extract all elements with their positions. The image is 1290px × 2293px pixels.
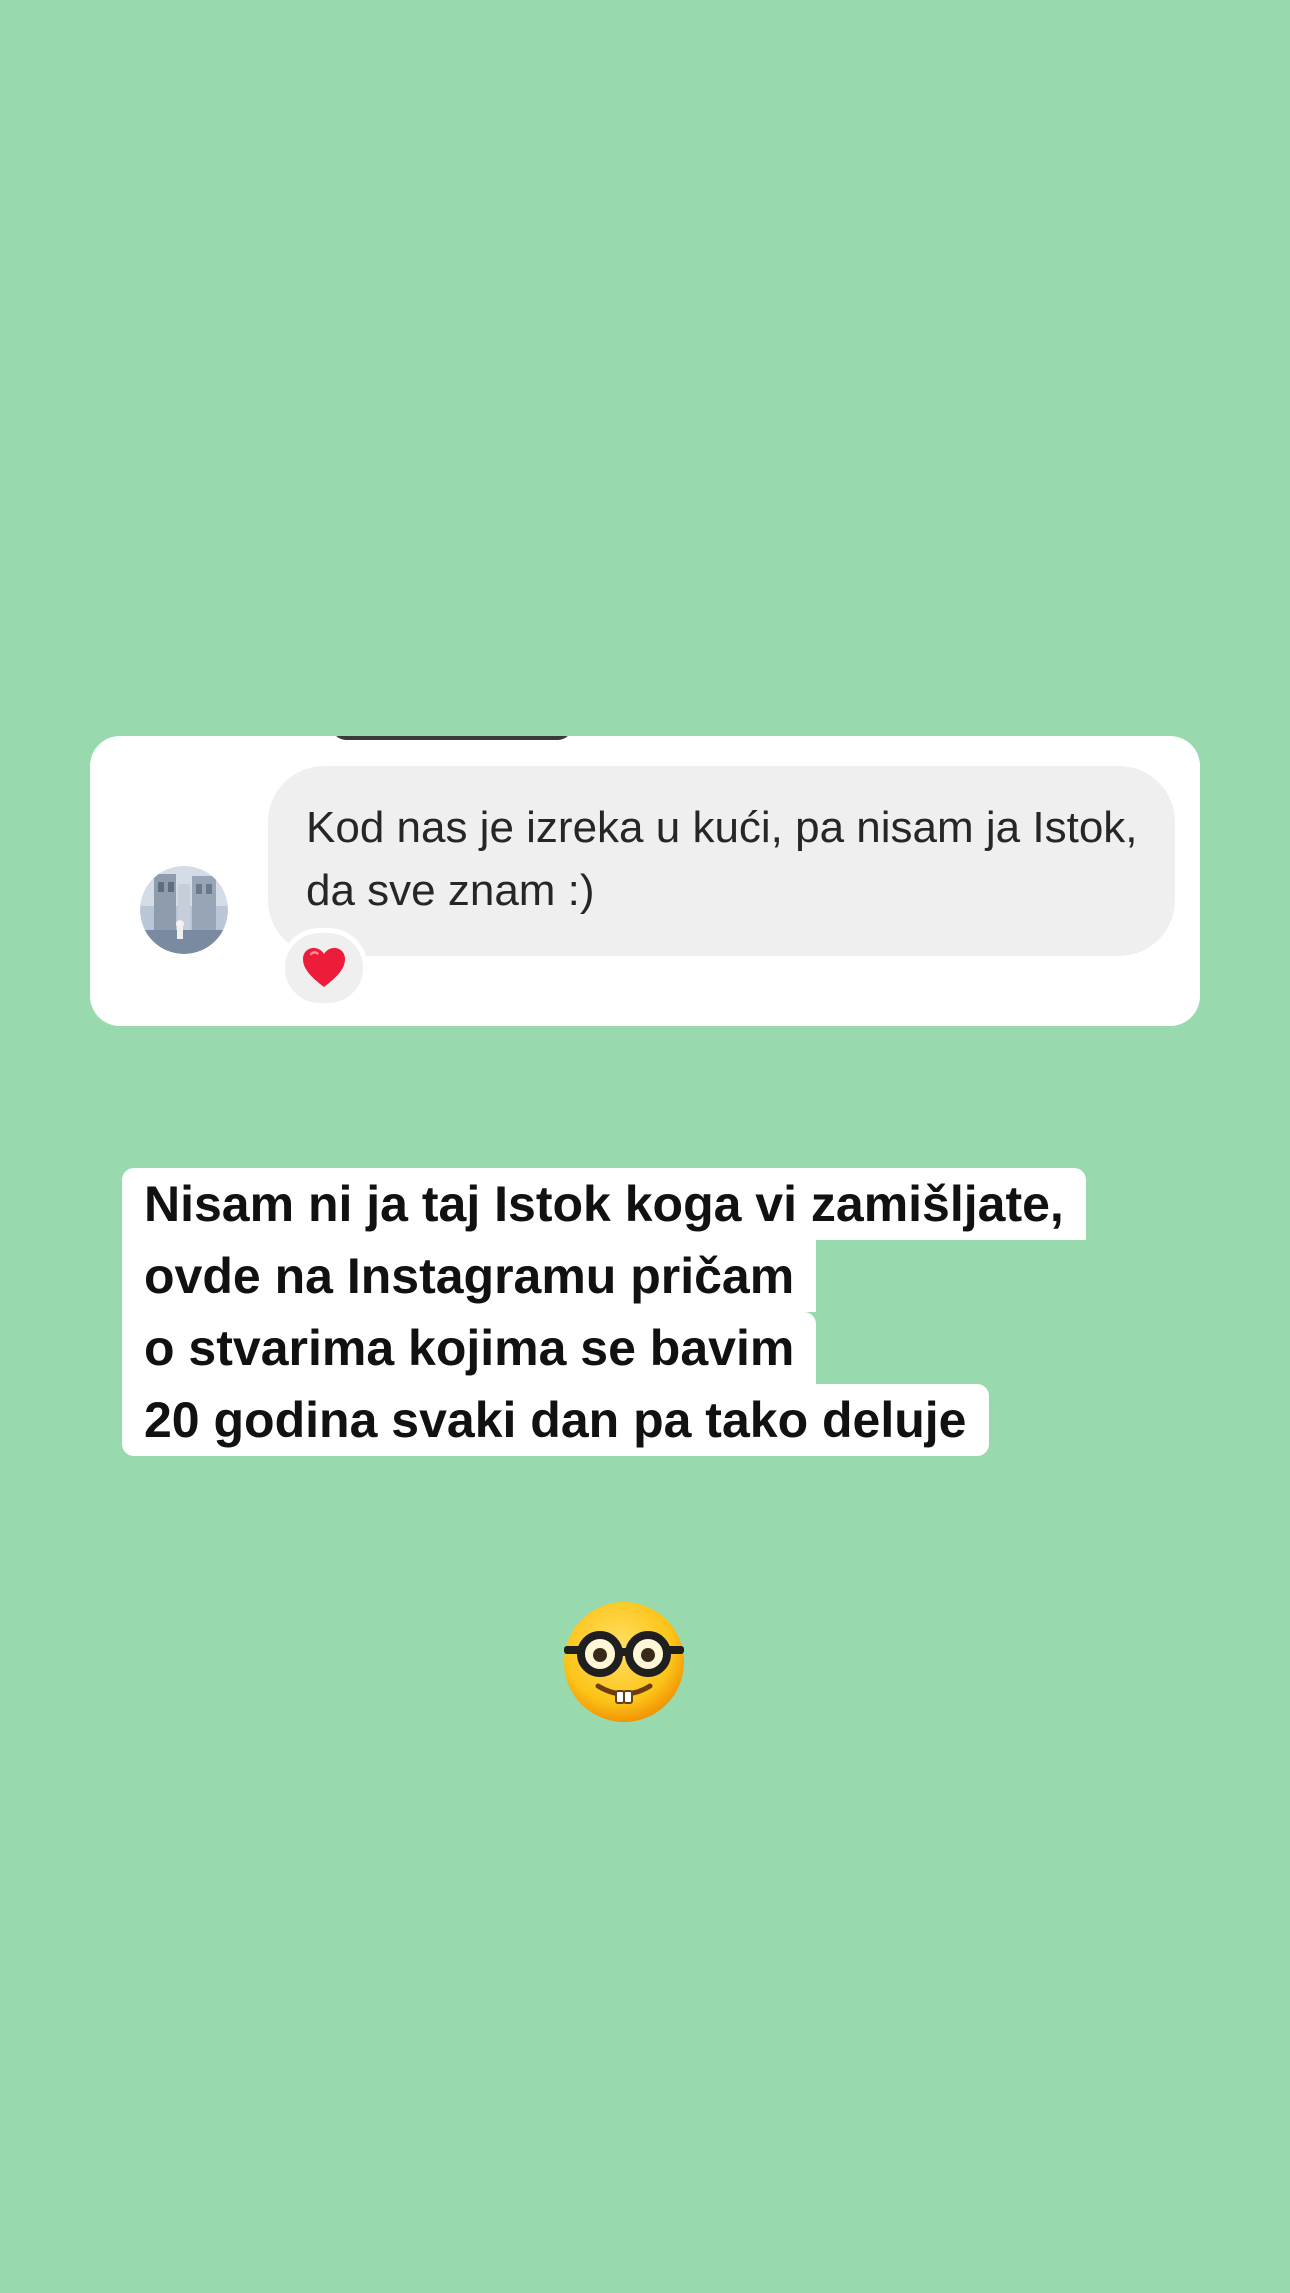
message-bubble[interactable]: Kod nas je izreka u kući, pa nisam ja Is… xyxy=(268,766,1175,956)
avatar[interactable] xyxy=(140,866,228,954)
reaction-badge[interactable] xyxy=(280,928,368,1008)
message-text: Kod nas je izreka u kući, pa nisam ja Is… xyxy=(306,803,1138,915)
cropped-image-edge xyxy=(332,736,572,740)
caption-line: 20 godina svaki dan pa tako deluje xyxy=(122,1384,989,1456)
dm-screenshot-card: Kod nas je izreka u kući, pa nisam ja Is… xyxy=(90,736,1200,1026)
heart-icon xyxy=(303,948,345,987)
caption-line: ovde na Instagramu pričam xyxy=(122,1240,817,1312)
story-caption: Nisam ni ja taj Istok koga vi zamišljate… xyxy=(122,1168,1086,1456)
avatar-photo-icon xyxy=(140,866,228,954)
caption-line: o stvarima kojima se bavim xyxy=(122,1312,817,1384)
caption-line: Nisam ni ja taj Istok koga vi zamišljate… xyxy=(122,1168,1086,1240)
nerd-face-icon xyxy=(564,1602,684,1722)
nerd-face-sticker[interactable] xyxy=(560,1598,688,1726)
